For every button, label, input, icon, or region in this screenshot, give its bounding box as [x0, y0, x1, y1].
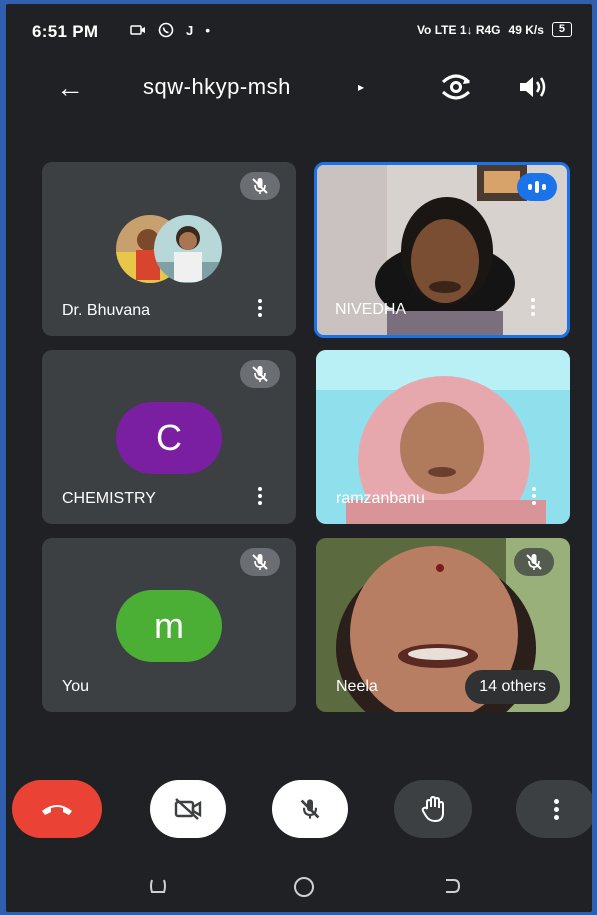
- dot-icon: •: [205, 22, 211, 38]
- status-right-icons: Vo LTE 1↓ R4G 49 K/s 5: [417, 22, 572, 37]
- muted-mic-icon: [240, 360, 280, 388]
- back-icon[interactable]: [440, 874, 464, 898]
- others-badge[interactable]: 14 others: [465, 670, 560, 704]
- app-bar: ← sqw-hkyp-msh ▸: [6, 64, 592, 114]
- participant-tile[interactable]: C CHEMISTRY: [42, 350, 296, 524]
- j-icon: J: [186, 22, 194, 38]
- more-options-icon[interactable]: [531, 298, 535, 319]
- more-options-button[interactable]: [516, 780, 592, 838]
- participant-tile[interactable]: ramzanbanu: [316, 350, 570, 524]
- meet-screen: 6:51 PM J • Vo LTE 1↓ R4G 49 K/s 5 ← sqw…: [6, 4, 592, 912]
- end-call-button[interactable]: [12, 780, 102, 838]
- avatar: m: [116, 590, 222, 662]
- speed-indicator: 49 K/s: [508, 22, 544, 37]
- switch-camera-icon[interactable]: [439, 72, 473, 102]
- camera-toggle-button[interactable]: [150, 780, 226, 838]
- more-vert-icon: [553, 798, 559, 820]
- status-time: 6:51 PM: [32, 22, 99, 41]
- call-controls: [6, 774, 592, 854]
- participant-name: You: [62, 678, 89, 695]
- muted-mic-icon: [240, 172, 280, 200]
- status-left-icons: J •: [130, 22, 210, 38]
- raise-hand-button[interactable]: [394, 780, 472, 838]
- network-indicator: Vo LTE 1↓ R4G: [416, 22, 501, 37]
- camera-off-icon: [174, 798, 202, 820]
- hang-up-icon: [42, 805, 72, 815]
- participant-name: Neela: [336, 678, 378, 695]
- others-label: 14 others: [479, 678, 546, 695]
- home-icon[interactable]: [291, 874, 317, 900]
- participant-name: CHEMISTRY: [62, 490, 156, 507]
- participant-name: Dr. Bhuvana: [62, 302, 151, 319]
- avatar: C: [116, 402, 222, 474]
- back-arrow-icon[interactable]: ←: [56, 72, 84, 104]
- participant-tile[interactable]: Dr. Bhuvana: [42, 162, 296, 336]
- participant-tile[interactable]: Neela 14 others: [316, 538, 570, 712]
- muted-mic-icon: [240, 548, 280, 576]
- battery-icon: 5: [551, 22, 572, 37]
- recents-icon[interactable]: [146, 874, 170, 898]
- more-options-icon[interactable]: [258, 299, 262, 320]
- more-options-icon[interactable]: [532, 487, 536, 508]
- participant-tile[interactable]: m You: [42, 538, 296, 712]
- participant-name: NIVEDHA: [335, 301, 407, 318]
- whatsapp-icon: [158, 22, 174, 38]
- speaking-indicator-icon: [517, 173, 557, 201]
- meeting-code[interactable]: sqw-hkyp-msh: [143, 74, 291, 100]
- status-bar: 6:51 PM J • Vo LTE 1↓ R4G 49 K/s 5: [6, 4, 592, 58]
- muted-mic-icon: [514, 548, 554, 576]
- participant-name: ramzanbanu: [336, 490, 425, 507]
- hand-icon: [421, 795, 444, 823]
- more-options-icon[interactable]: [258, 487, 262, 508]
- avatar: [116, 215, 222, 283]
- participant-tile[interactable]: NIVEDHA: [314, 162, 570, 338]
- speaker-icon[interactable]: [516, 73, 548, 101]
- microphone-toggle-button[interactable]: [272, 780, 348, 838]
- mic-off-icon: [300, 799, 320, 819]
- meeting-details-arrow-icon[interactable]: ▸: [358, 80, 364, 94]
- system-nav-bar: [6, 864, 592, 912]
- video-icon: [130, 25, 145, 35]
